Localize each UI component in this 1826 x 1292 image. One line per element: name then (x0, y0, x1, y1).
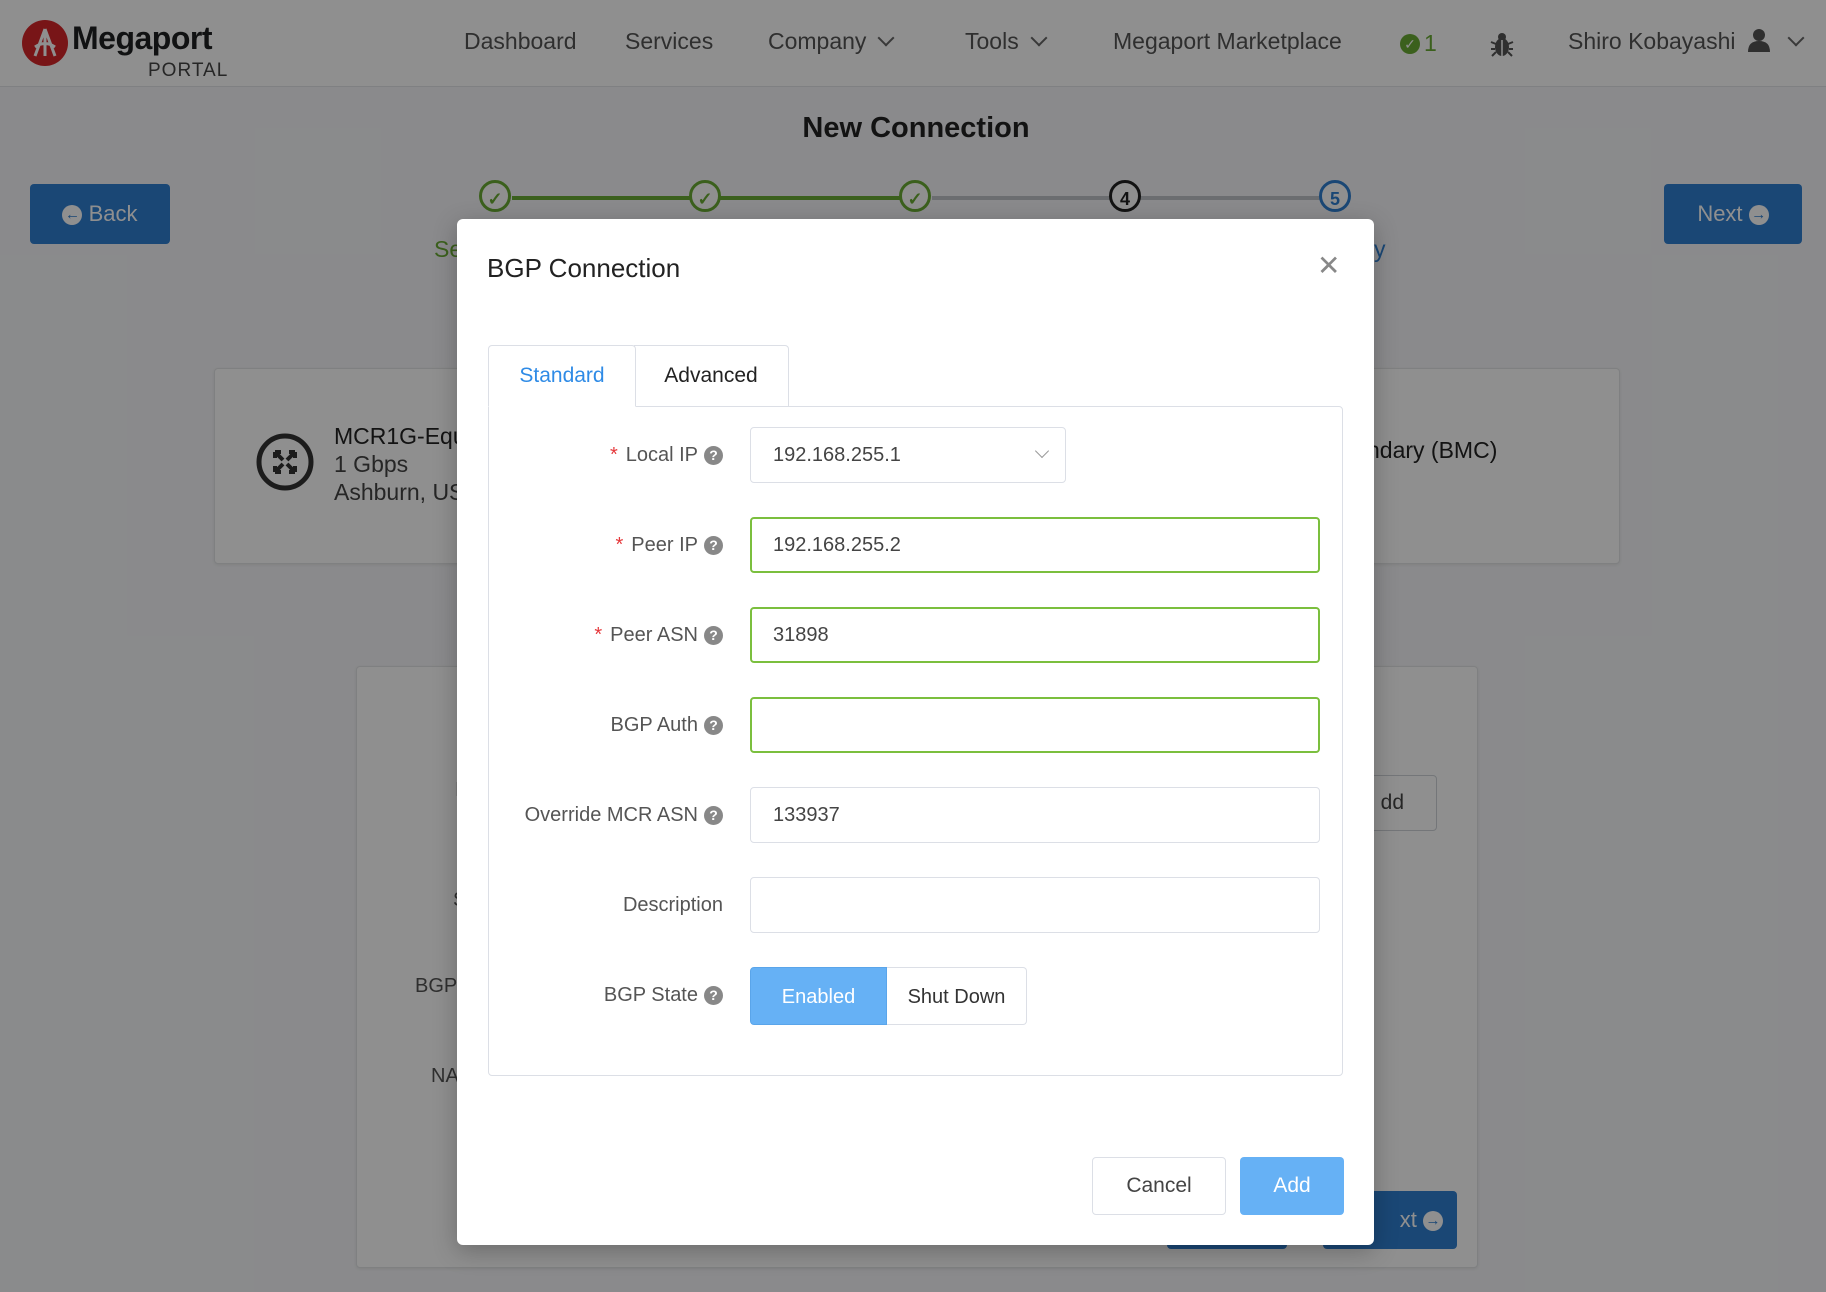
help-icon[interactable]: ? (704, 536, 723, 555)
required-marker: * (615, 534, 624, 556)
required-marker: * (594, 624, 603, 646)
description-input[interactable] (750, 877, 1320, 933)
bgp-state-label-text: BGP State (603, 984, 698, 1006)
local-ip-select[interactable]: 192.168.255.1 (750, 427, 1066, 483)
peer-ip-input[interactable]: 192.168.255.2 (750, 517, 1320, 573)
local-ip-label: * Local IP? (507, 444, 723, 467)
bgp-connection-dialog: BGP Connection ✕ Standard Advanced * Loca… (457, 219, 1374, 1245)
local-ip-value: 192.168.255.1 (773, 444, 901, 466)
help-icon[interactable]: ? (704, 626, 723, 645)
add-button[interactable]: Add (1240, 1157, 1344, 1215)
description-label: Description (507, 894, 723, 917)
bgp-auth-input[interactable] (750, 697, 1320, 753)
bgp-auth-label: BGP Auth? (507, 714, 723, 737)
override-asn-label: Override MCR ASN? (507, 804, 723, 827)
help-icon[interactable]: ? (704, 806, 723, 825)
bgp-state-shutdown-option[interactable]: Shut Down (887, 967, 1027, 1025)
help-icon[interactable]: ? (704, 716, 723, 735)
description-label-text: Description (622, 894, 723, 916)
help-icon[interactable]: ? (704, 446, 723, 465)
peer-asn-input[interactable]: 31898 (750, 607, 1320, 663)
tab-advanced[interactable]: Advanced (634, 345, 789, 407)
override-asn-value: 133937 (773, 804, 840, 826)
chevron-down-icon (1034, 443, 1050, 459)
required-marker: * (609, 444, 618, 466)
peer-asn-value: 31898 (773, 624, 829, 646)
override-asn-label-text: Override MCR ASN (524, 804, 698, 826)
peer-ip-value: 192.168.255.2 (773, 534, 901, 556)
peer-ip-label-text: Peer IP (631, 534, 698, 556)
cancel-button[interactable]: Cancel (1092, 1157, 1226, 1215)
peer-asn-label: * Peer ASN? (507, 624, 723, 647)
override-asn-input[interactable]: 133937 (750, 787, 1320, 843)
tab-standard[interactable]: Standard (488, 345, 636, 407)
bgp-state-label: BGP State? (507, 984, 723, 1007)
close-icon[interactable]: ✕ (1317, 249, 1340, 282)
help-icon[interactable]: ? (704, 986, 723, 1005)
local-ip-label-text: Local IP (625, 444, 698, 466)
peer-asn-label-text: Peer ASN (610, 624, 698, 646)
peer-ip-label: * Peer IP? (507, 534, 723, 557)
bgp-auth-label-text: BGP Auth (610, 714, 698, 736)
bgp-state-enabled-option[interactable]: Enabled (750, 967, 887, 1025)
dialog-title: BGP Connection (487, 253, 681, 283)
